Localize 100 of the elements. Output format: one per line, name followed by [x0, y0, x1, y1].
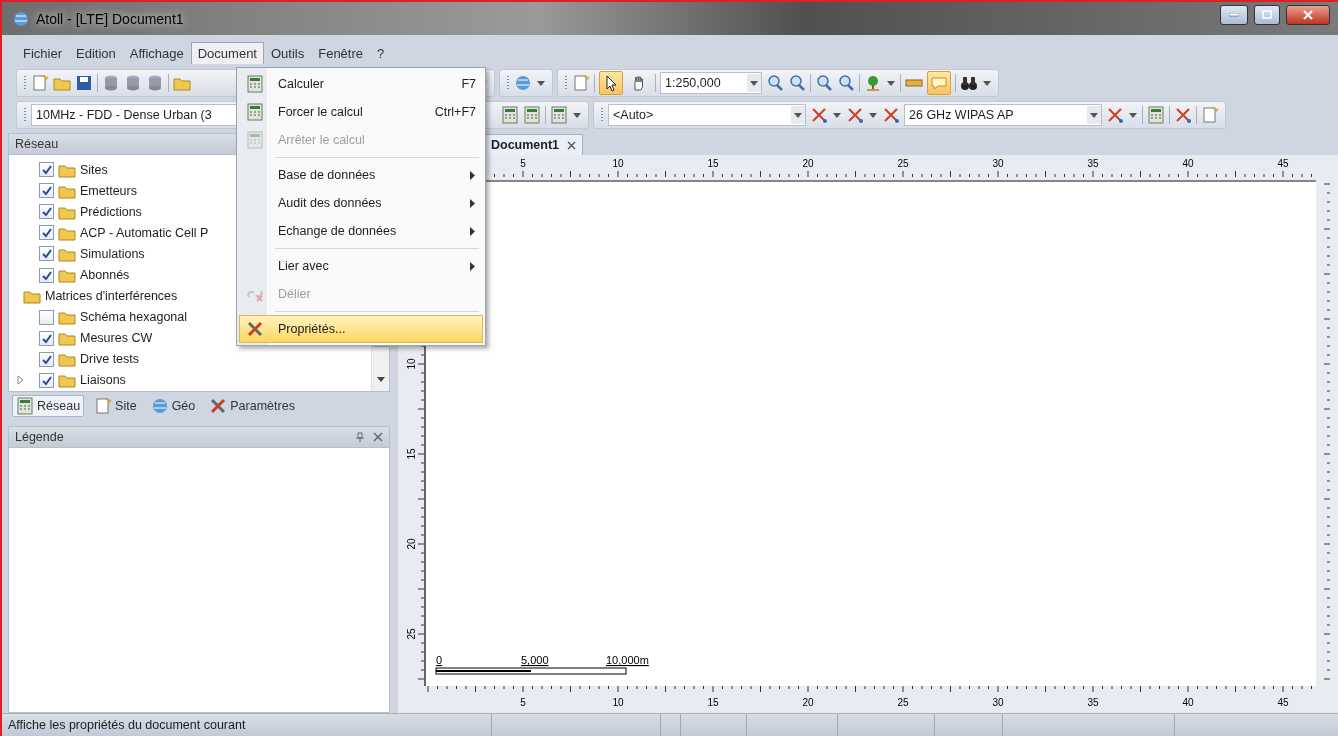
tree-item[interactable]: Matrices d'interférences — [45, 289, 178, 304]
grip-icon — [600, 107, 604, 123]
menu-item[interactable]: Propriétés... — [239, 315, 483, 343]
checkbox[interactable] — [39, 162, 54, 178]
ruler-label: 5 — [520, 158, 526, 169]
tree-item[interactable]: Drive tests — [80, 352, 140, 367]
menu-item[interactable]: Affichage — [122, 42, 191, 64]
panel-tab[interactable]: Réseau — [12, 395, 85, 417]
collapsed-arrow-icon[interactable] — [17, 375, 25, 386]
ruler-label: 15 — [707, 158, 719, 169]
menu-item[interactable]: ? — [370, 42, 392, 64]
ruler-label: 40 — [1182, 697, 1194, 708]
globe-icon — [514, 74, 532, 92]
menu-item[interactable]: Document — [190, 42, 264, 64]
menu-item[interactable]: Fenêtre — [311, 42, 371, 64]
grip-icon — [23, 107, 27, 123]
checkbox[interactable] — [39, 267, 54, 283]
panel-tab[interactable]: Géo — [146, 395, 200, 417]
checkbox[interactable] — [39, 246, 54, 262]
tree-item[interactable]: Abonnés — [80, 268, 130, 282]
caret-icon — [572, 111, 582, 119]
menu-item[interactable]: Calculer F7 — [239, 70, 483, 98]
chart-icon — [1147, 106, 1165, 124]
menu-item[interactable]: Echange de données — [239, 217, 483, 245]
checkbox[interactable] — [39, 183, 54, 199]
tree-item[interactable]: Schéma hexagonal — [80, 310, 188, 325]
scale-combo[interactable]: 1:250,000 — [660, 72, 762, 94]
document-tab[interactable]: Document1 — [484, 134, 584, 155]
tools-icon — [209, 397, 228, 415]
export-icon — [1201, 106, 1219, 124]
menu-item[interactable]: Base de données — [239, 161, 483, 189]
calculator-icon — [523, 106, 541, 124]
zoom-icon — [788, 74, 806, 92]
menu-item[interactable]: Outils — [264, 42, 312, 64]
ruler-label: 30 — [992, 697, 1004, 708]
ruler-label: 25 — [406, 628, 417, 640]
grip-icon — [564, 75, 568, 91]
minimize-button[interactable] — [1220, 4, 1248, 25]
ruler-label: 20 — [802, 697, 814, 708]
tree-item[interactable]: Emetteurs — [80, 183, 137, 198]
checkbox[interactable] — [39, 225, 54, 241]
new-document-icon — [31, 74, 49, 92]
checkbox[interactable] — [39, 309, 54, 325]
pin-icon[interactable] — [355, 432, 365, 442]
tree-item[interactable]: Prédictions — [80, 204, 142, 219]
panel-tab[interactable]: Site — [90, 395, 141, 417]
caret-icon — [832, 111, 842, 119]
tools-icon — [246, 320, 264, 338]
maximize-button[interactable] — [1254, 4, 1280, 25]
tool-button[interactable] — [599, 71, 623, 95]
zoom-in-icon — [815, 74, 833, 92]
tree-item[interactable]: Sites — [80, 162, 108, 177]
ruler-label: 45 — [1277, 158, 1289, 169]
tree-icon — [864, 74, 882, 92]
panel-title: Réseau — [15, 137, 59, 151]
tree-item[interactable]: Simulations — [80, 246, 145, 261]
zoom-icon — [837, 74, 855, 92]
panel-tab[interactable]: Paramètres — [205, 395, 299, 417]
status-message: Affiche les propriétés du document courant — [7, 717, 247, 734]
ruler-label: 25 — [897, 697, 909, 708]
ruler-label: 10 — [612, 697, 624, 708]
text-icon — [94, 397, 113, 415]
ruler-label: 40 — [1182, 158, 1194, 169]
caret-icon — [793, 111, 803, 119]
menu-item[interactable]: Audit des données — [239, 189, 483, 217]
scroll-down-icon[interactable] — [376, 377, 385, 383]
app-logo-icon — [12, 9, 30, 28]
caret-icon — [1128, 111, 1138, 119]
close-icon[interactable] — [373, 432, 383, 442]
tree-item[interactable]: Mesures CW — [80, 331, 153, 346]
menu-item[interactable]: Lier avec — [239, 252, 483, 280]
ruler-label: 30 — [992, 158, 1004, 169]
close-button[interactable] — [1286, 4, 1330, 25]
menu-item[interactable]: Edition — [69, 42, 123, 64]
ruler-label: 15 — [707, 697, 719, 708]
ruler-label: 15 — [406, 448, 417, 460]
maximize-icon — [1262, 10, 1272, 19]
caret-icon — [868, 111, 878, 119]
checkbox[interactable] — [39, 351, 54, 367]
minimize-icon — [1229, 12, 1239, 17]
submenu-arrow-icon — [470, 226, 476, 236]
scale-label: 10,000m — [606, 654, 649, 666]
menu-item[interactable]: Fichier — [16, 42, 69, 64]
close-icon[interactable] — [567, 140, 577, 150]
submenu-arrow-icon — [470, 170, 476, 180]
checkbox[interactable] — [39, 373, 54, 388]
checkbox[interactable] — [39, 330, 54, 346]
database-icon — [146, 74, 164, 92]
tree-item[interactable]: ACP - Automatic Cell P — [80, 225, 209, 240]
ruler-label: 25 — [897, 158, 909, 169]
grip-icon — [506, 75, 510, 91]
calculator-icon — [246, 131, 264, 149]
zone-combo[interactable]: <Auto> — [608, 104, 806, 126]
tree-item[interactable]: Liaisons — [80, 373, 126, 388]
equipment-combo[interactable]: 26 GHz WIPAS AP — [904, 104, 1102, 126]
binoculars-icon — [960, 74, 978, 92]
checkbox[interactable] — [39, 204, 54, 220]
speech-bubble-icon — [930, 74, 948, 92]
database-icon — [124, 74, 142, 92]
calculator-icon — [246, 103, 264, 121]
